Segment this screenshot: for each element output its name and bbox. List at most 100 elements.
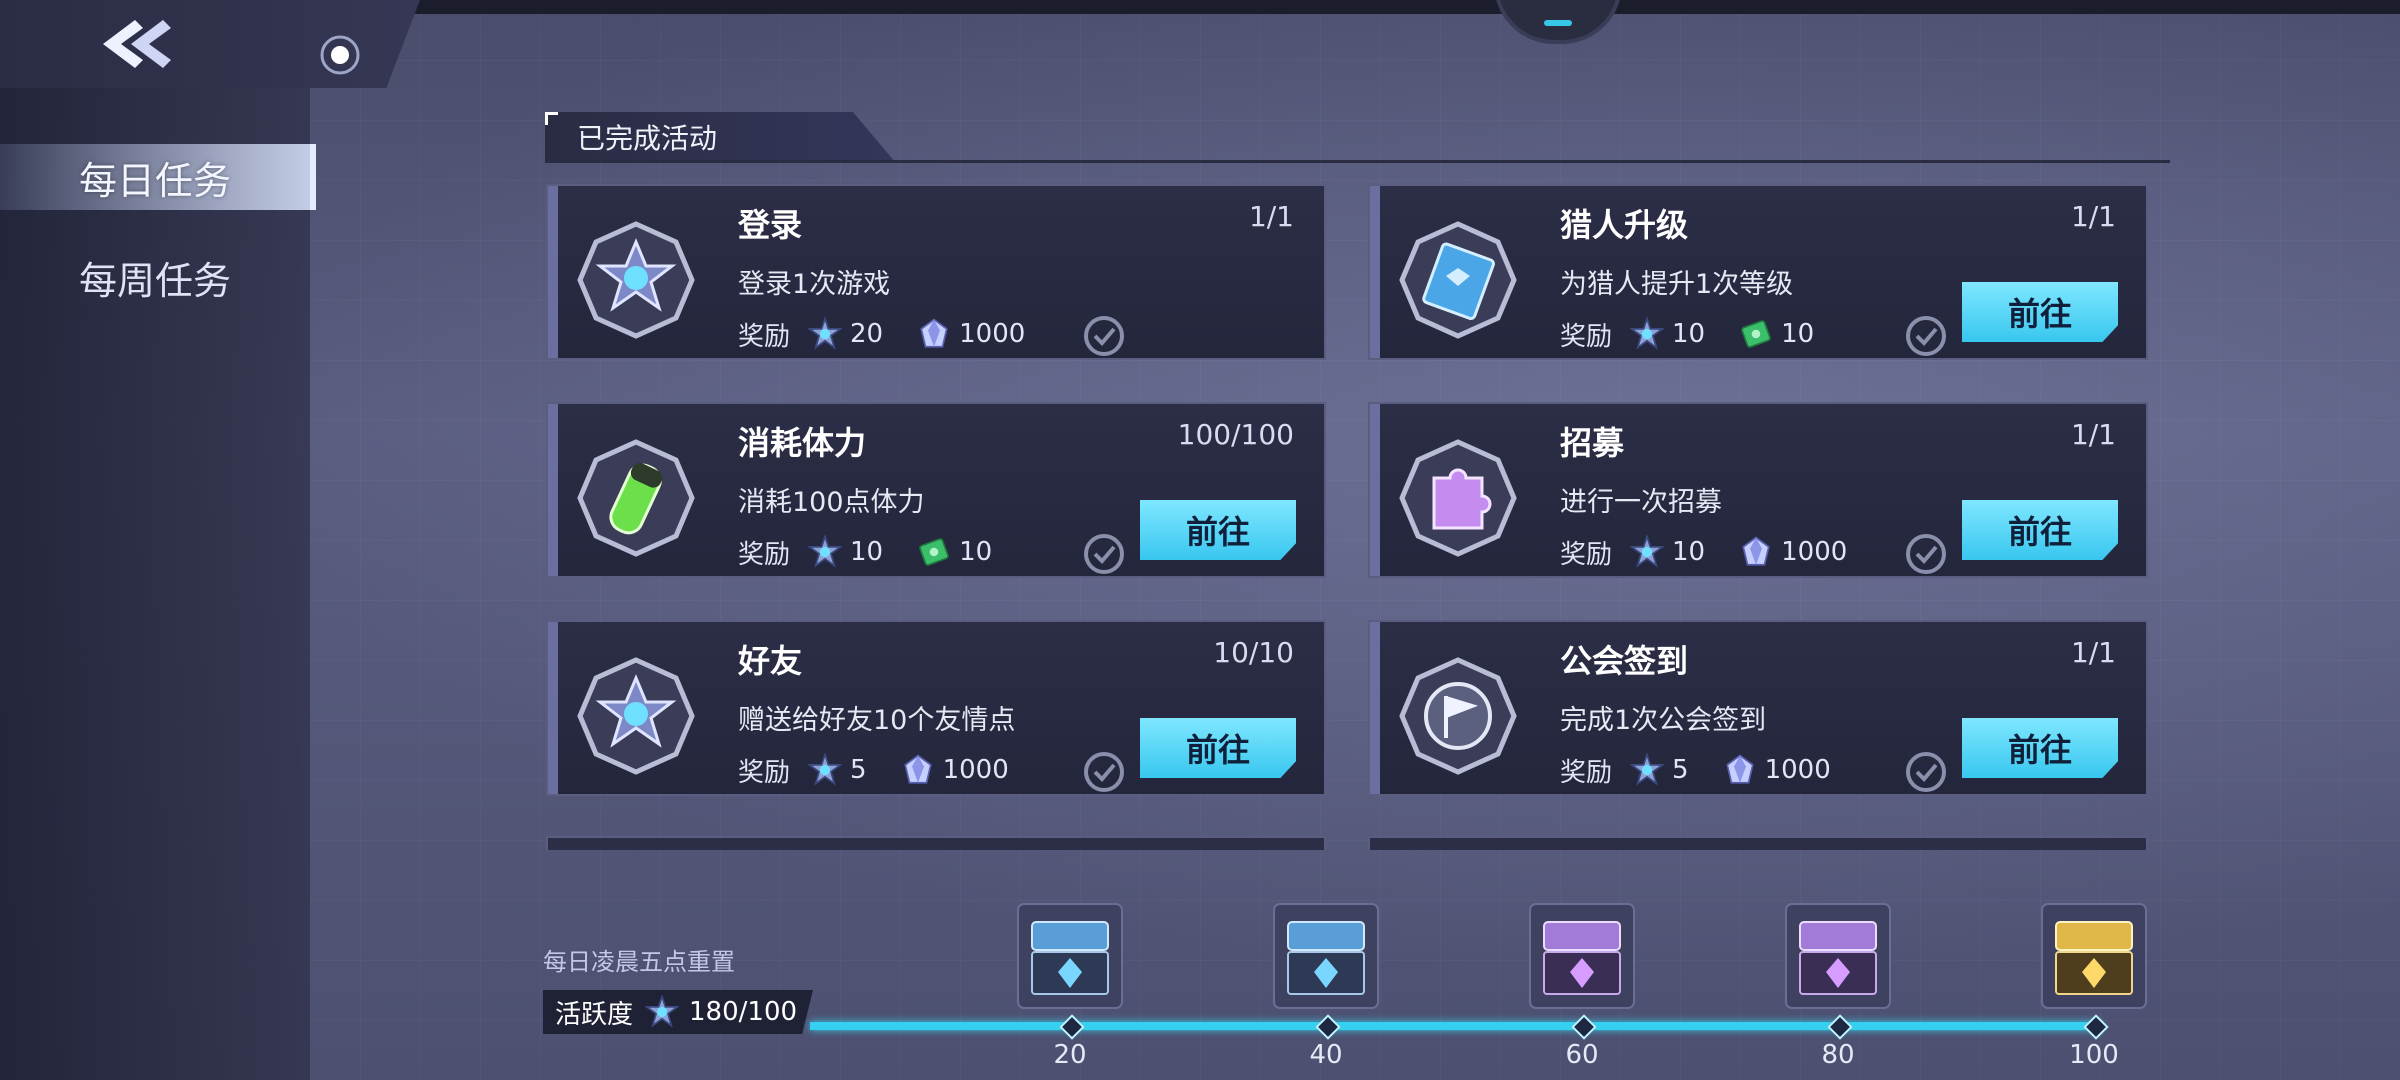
green-ticket-icon bbox=[917, 535, 959, 569]
blue-book-icon bbox=[1398, 220, 1518, 340]
activity-point-icon bbox=[808, 753, 850, 787]
go-button-label: 前往 bbox=[2007, 513, 2072, 551]
sidebar bbox=[0, 88, 310, 1080]
task-card-partial bbox=[1368, 836, 2148, 850]
reward-item: 10 bbox=[808, 535, 883, 569]
task-title: 猎人升级 bbox=[1560, 206, 1689, 244]
reward-item: 1000 bbox=[1739, 535, 1847, 569]
reward-amount: 1000 bbox=[942, 755, 1009, 785]
tab-weekly-tasks-label: 每周任务 bbox=[78, 258, 231, 303]
reward-label: 奖励 bbox=[738, 321, 791, 352]
green-ticket-icon bbox=[1739, 317, 1781, 351]
reward-row: 奖励 5 1000 bbox=[1560, 750, 1865, 790]
task-card: 登录 1/1 登录1次游戏 奖励 20 1000 bbox=[546, 184, 1326, 360]
task-card: 猎人升级 1/1 为猎人提升1次等级 奖励 10 10 前往 bbox=[1368, 184, 2148, 360]
go-button[interactable]: 前往 bbox=[1962, 718, 2118, 778]
task-progress-count: 1/1 bbox=[2070, 418, 2116, 451]
reward-label: 奖励 bbox=[738, 757, 791, 788]
reward-row: 奖励 10 10 bbox=[1560, 314, 1848, 354]
task-description: 完成1次公会签到 bbox=[1560, 705, 1767, 736]
reward-label: 奖励 bbox=[1560, 321, 1613, 352]
reward-item: 10 bbox=[917, 535, 992, 569]
task-title: 公会签到 bbox=[1560, 642, 1689, 680]
reward-amount: 10 bbox=[1672, 319, 1706, 349]
purple-chest-icon[interactable] bbox=[1528, 902, 1636, 1010]
reward-item: 5 bbox=[808, 753, 867, 787]
activity-label: 活跃度 180/100 bbox=[543, 990, 813, 1034]
go-button[interactable]: 前往 bbox=[1962, 282, 2118, 342]
reward-row: 奖励 20 1000 bbox=[738, 314, 1059, 354]
tab-weekly-tasks[interactable]: 每周任务 bbox=[0, 244, 310, 310]
crystal-icon bbox=[917, 317, 959, 351]
task-title: 登录 bbox=[738, 206, 803, 244]
reward-label: 奖励 bbox=[1560, 757, 1613, 788]
milestone-label: 20 bbox=[1053, 1040, 1087, 1070]
emblem-icon bbox=[576, 220, 696, 340]
task-card: 消耗体力 100/100 消耗100点体力 奖励 10 10 前往 bbox=[546, 402, 1326, 578]
go-button[interactable]: 前往 bbox=[1140, 718, 1296, 778]
section-corner-deco bbox=[545, 112, 558, 125]
reward-amount: 1000 bbox=[1781, 537, 1848, 567]
task-description: 进行一次招募 bbox=[1560, 487, 1722, 518]
check-icon bbox=[1904, 532, 1948, 576]
check-icon bbox=[1082, 532, 1126, 576]
reward-amount: 5 bbox=[1672, 755, 1689, 785]
section-title: 已完成活动 bbox=[545, 112, 895, 162]
milestone-label: 40 bbox=[1309, 1040, 1343, 1070]
go-button[interactable]: 前往 bbox=[1140, 500, 1296, 560]
blue-chest-icon[interactable] bbox=[1016, 902, 1124, 1010]
task-description: 为猎人提升1次等级 bbox=[1560, 269, 1794, 300]
reward-amount: 10 bbox=[850, 537, 884, 567]
task-progress-count: 1/1 bbox=[2070, 636, 2116, 669]
go-button-label: 前往 bbox=[1185, 513, 1250, 551]
reward-item: 10 bbox=[1739, 317, 1814, 351]
activity-value: 180/100 bbox=[689, 997, 798, 1027]
reward-amount: 20 bbox=[850, 319, 884, 349]
activity-point-icon bbox=[1630, 753, 1672, 787]
task-description: 消耗100点体力 bbox=[738, 487, 925, 518]
reward-item: 1000 bbox=[901, 753, 1009, 787]
task-description: 登录1次游戏 bbox=[738, 269, 891, 300]
reward-row: 奖励 10 1000 bbox=[1560, 532, 1881, 572]
check-icon bbox=[1082, 750, 1126, 794]
reward-item: 1000 bbox=[917, 317, 1025, 351]
reward-row: 奖励 10 10 bbox=[738, 532, 1026, 572]
task-description: 赠送给好友10个友情点 bbox=[738, 705, 1016, 736]
recruit-puzzle-icon bbox=[1398, 438, 1518, 558]
go-button-label: 前往 bbox=[2007, 731, 2072, 769]
task-progress-count: 10/10 bbox=[1213, 636, 1294, 669]
activity-label-text: 活跃度 bbox=[555, 999, 634, 1030]
task-card: 好友 10/10 赠送给好友10个友情点 奖励 5 1000 前往 bbox=[546, 620, 1326, 796]
back-arrow-icon bbox=[103, 20, 171, 68]
task-title: 消耗体力 bbox=[738, 424, 867, 462]
reset-note: 每日凌晨五点重置 bbox=[543, 948, 735, 976]
check-icon bbox=[1904, 314, 1948, 358]
crystal-icon bbox=[1739, 535, 1781, 569]
back-button[interactable] bbox=[90, 14, 180, 74]
task-progress-count: 1/1 bbox=[2070, 200, 2116, 233]
crystal-icon bbox=[1723, 753, 1765, 787]
check-icon bbox=[1904, 750, 1948, 794]
home-button[interactable] bbox=[300, 30, 380, 80]
task-card: 公会签到 1/1 完成1次公会签到 奖励 5 1000 前往 bbox=[1368, 620, 2148, 796]
purple-chest-icon[interactable] bbox=[1784, 902, 1892, 1010]
reward-amount: 5 bbox=[850, 755, 867, 785]
task-title: 招募 bbox=[1560, 424, 1625, 462]
card-accent-strip bbox=[1370, 186, 1380, 358]
reward-label: 奖励 bbox=[1560, 539, 1613, 570]
reward-amount: 1000 bbox=[1764, 755, 1831, 785]
go-button[interactable]: 前往 bbox=[1962, 500, 2118, 560]
task-progress-count: 100/100 bbox=[1177, 418, 1294, 451]
reward-amount: 10 bbox=[959, 537, 993, 567]
reward-item: 1000 bbox=[1723, 753, 1831, 787]
activity-progress-track bbox=[810, 1022, 2100, 1030]
go-button-label: 前往 bbox=[2007, 295, 2072, 333]
milestone-label: 60 bbox=[1565, 1040, 1599, 1070]
gold-chest-icon[interactable] bbox=[2040, 902, 2148, 1010]
blue-chest-icon[interactable] bbox=[1272, 902, 1380, 1010]
check-icon bbox=[1082, 314, 1126, 358]
tab-daily-tasks[interactable]: 每日任务 bbox=[0, 144, 316, 210]
reward-item: 10 bbox=[1630, 535, 1705, 569]
task-card-partial bbox=[546, 836, 1326, 850]
reward-row: 奖励 5 1000 bbox=[738, 750, 1043, 790]
